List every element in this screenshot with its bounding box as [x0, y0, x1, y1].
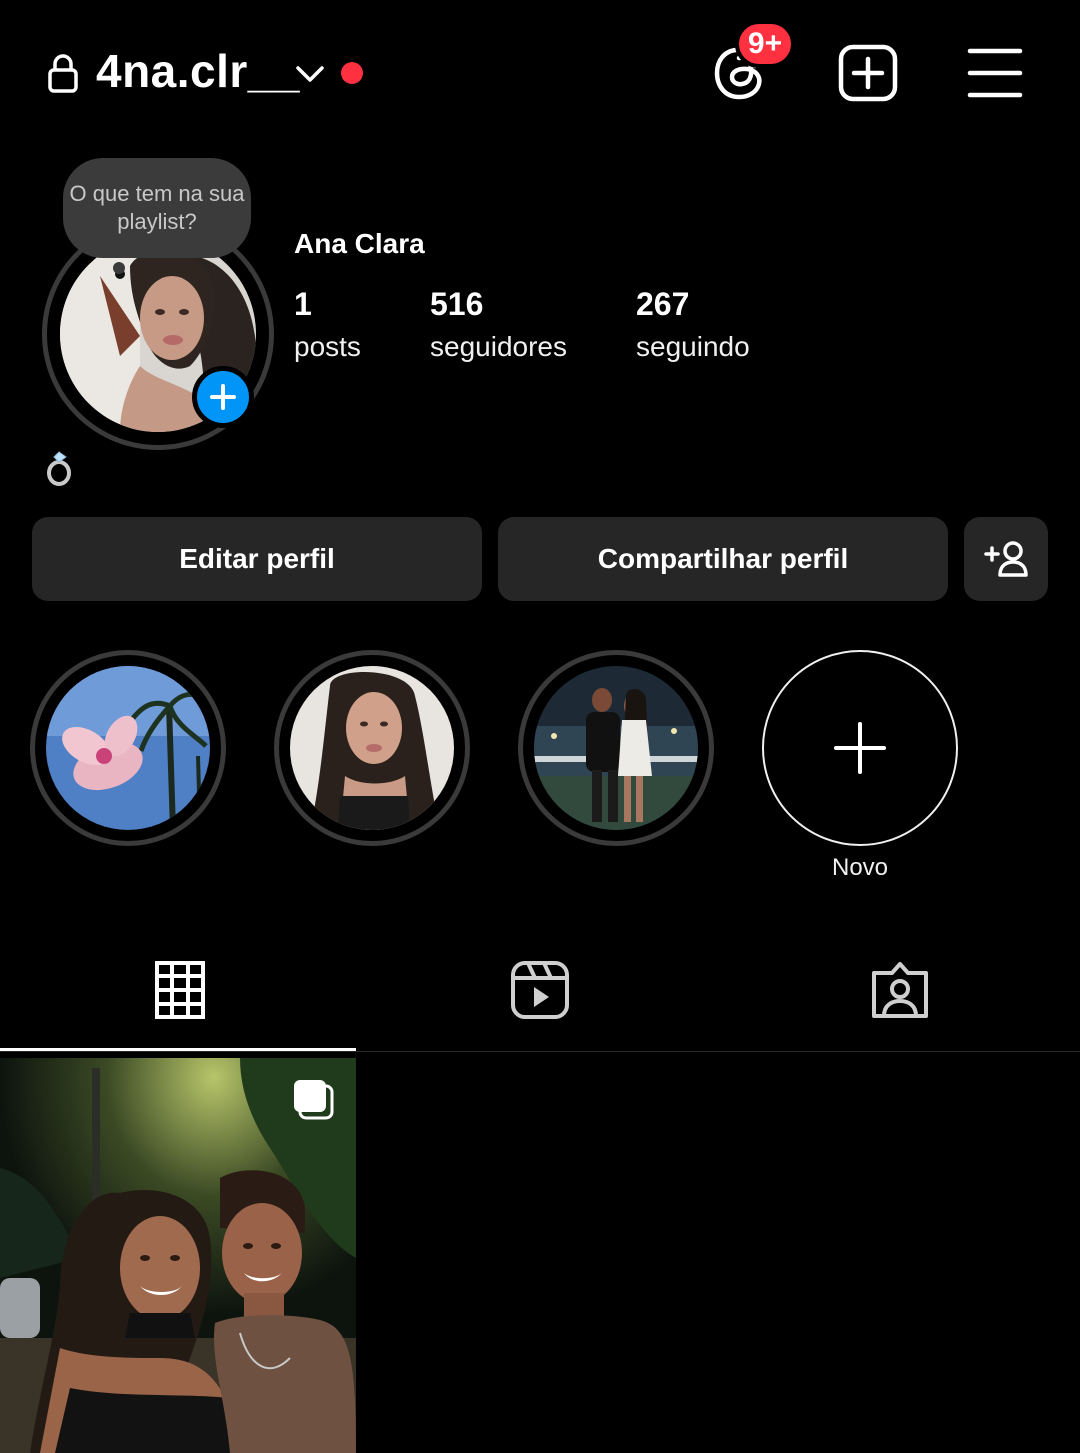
top-bar: 4na.clr__ 9+ [0, 0, 1080, 150]
highlight-cover-selfie [290, 666, 454, 830]
new-highlight-button[interactable] [762, 650, 958, 846]
highlight-cover-couple [534, 666, 698, 830]
story-highlight-3[interactable] [518, 650, 714, 846]
story-highlight-1[interactable] [30, 650, 226, 846]
reels-icon [511, 961, 569, 1019]
stat-following[interactable]: 267 seguindo [636, 286, 750, 363]
account-switcher-username[interactable]: 4na.clr__ [96, 44, 300, 98]
tab-reels[interactable] [360, 930, 720, 1050]
notification-badge: 9+ [735, 20, 795, 68]
discover-people-button[interactable] [964, 517, 1048, 601]
tagged-person-icon [872, 962, 928, 1018]
carousel-icon [294, 1080, 334, 1120]
tab-tagged[interactable] [720, 930, 1080, 1050]
stat-value: 516 [430, 286, 484, 322]
lock-icon [48, 54, 78, 93]
grid-post-1[interactable] [0, 1058, 356, 1453]
create-plus-icon[interactable] [838, 44, 898, 102]
chevron-down-icon[interactable] [294, 60, 326, 88]
grid-icon [155, 961, 205, 1019]
plus-icon [210, 384, 236, 410]
display-name: Ana Clara [294, 228, 425, 259]
stat-followers[interactable]: 516 seguidores [430, 286, 567, 363]
tab-posts-grid[interactable] [0, 930, 360, 1050]
edit-profile-button[interactable]: Editar perfil [32, 517, 482, 601]
stat-value: 1 [294, 286, 312, 322]
stat-label: seguindo [636, 331, 750, 362]
highlight-cover-flower [46, 666, 210, 830]
new-highlight-label: Novo [831, 854, 889, 881]
stat-label: posts [294, 331, 361, 362]
stat-label: seguidores [430, 331, 567, 362]
stat-value: 267 [636, 286, 690, 322]
profile-note-bubble[interactable]: O que tem na sua playlist? [63, 158, 251, 258]
add-story-button[interactable] [192, 366, 254, 428]
ring-emoji-icon [47, 451, 71, 486]
notification-dot [341, 62, 363, 84]
stat-posts[interactable]: 1 posts [294, 286, 361, 363]
hamburger-menu-icon[interactable] [966, 46, 1024, 100]
tab-divider [0, 1051, 1080, 1052]
note-bubble-tail [113, 262, 125, 274]
share-profile-button[interactable]: Compartilhar perfil [498, 517, 948, 601]
add-person-icon [984, 541, 1028, 577]
plus-icon [834, 722, 886, 774]
story-highlight-2[interactable] [274, 650, 470, 846]
